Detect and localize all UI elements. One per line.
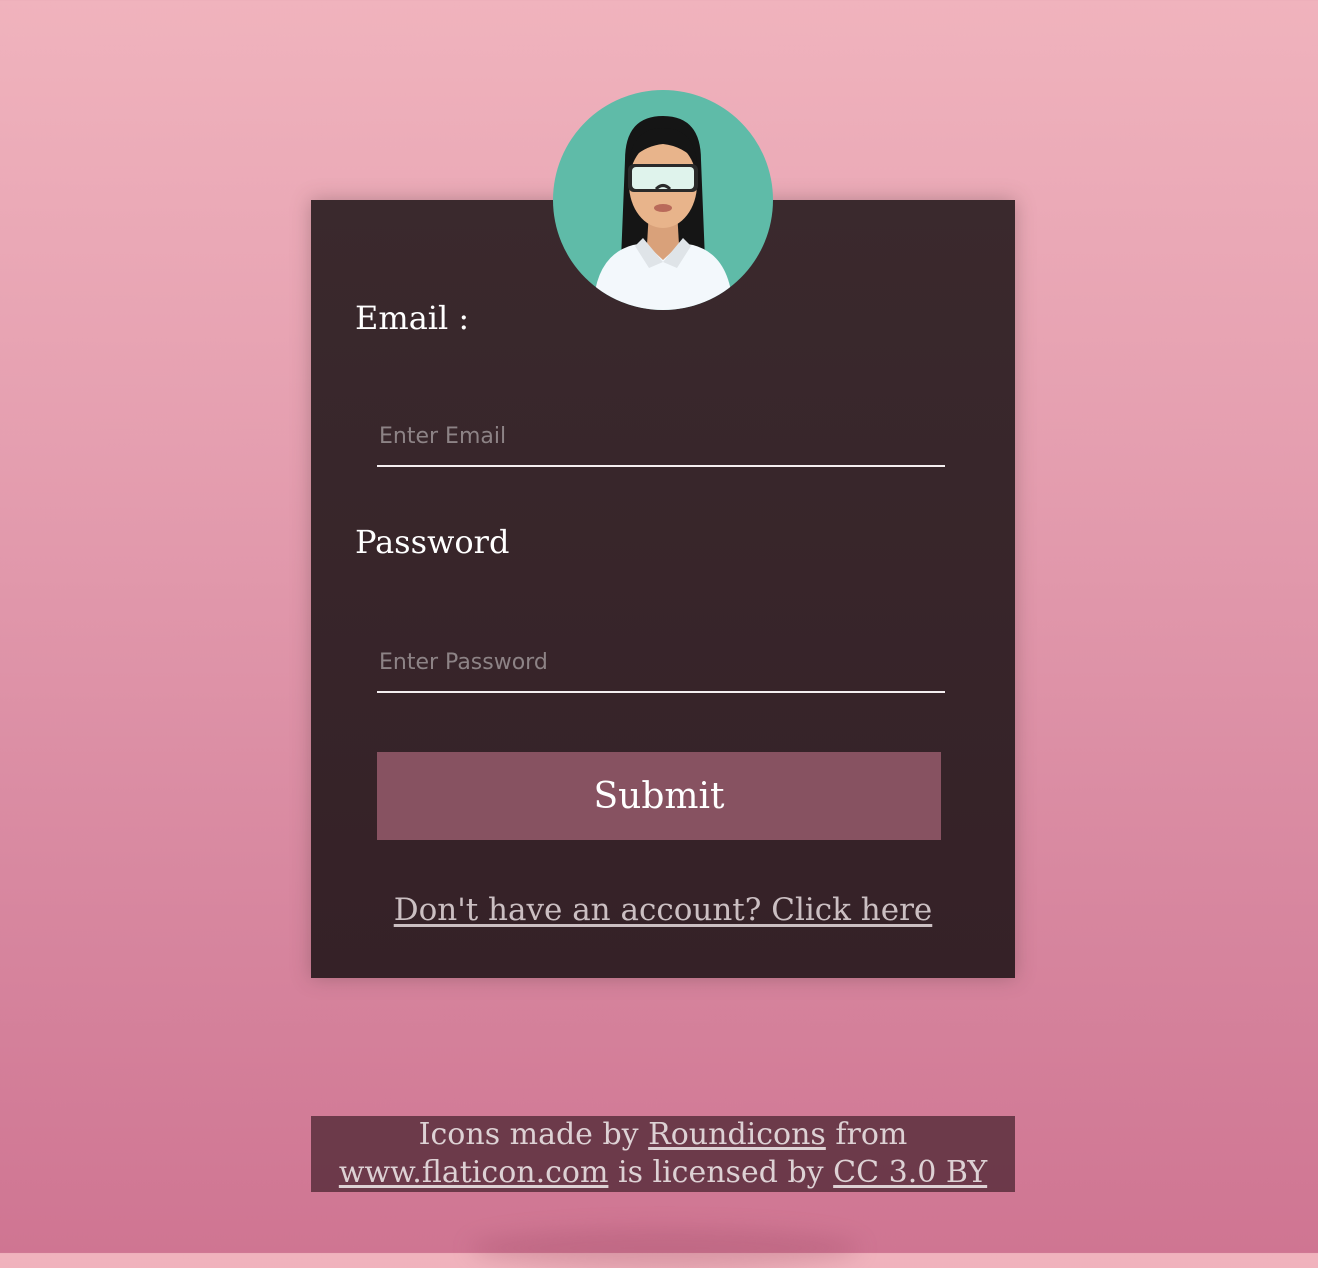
- signup-link[interactable]: Don't have an account? Click here: [311, 892, 1015, 928]
- credit-prefix: Icons made by: [418, 1117, 639, 1152]
- woman-scientist-avatar-icon: [593, 116, 733, 310]
- icon-credit: Icons made by Roundicons from www.flatic…: [311, 1116, 1015, 1192]
- email-field[interactable]: [377, 407, 945, 467]
- credit-licensed: is licensed by: [617, 1155, 824, 1190]
- decorative-shadow: [470, 1228, 860, 1268]
- email-label: Email :: [355, 299, 470, 337]
- roundicons-link[interactable]: Roundicons: [648, 1117, 826, 1152]
- license-link[interactable]: CC 3.0 BY: [833, 1155, 987, 1190]
- credit-from: from: [835, 1117, 908, 1152]
- password-field[interactable]: [377, 633, 945, 693]
- submit-button[interactable]: Submit: [377, 752, 941, 840]
- flaticon-link[interactable]: www.flaticon.com: [339, 1155, 609, 1190]
- password-label: Password: [355, 523, 510, 561]
- avatar: [553, 90, 773, 310]
